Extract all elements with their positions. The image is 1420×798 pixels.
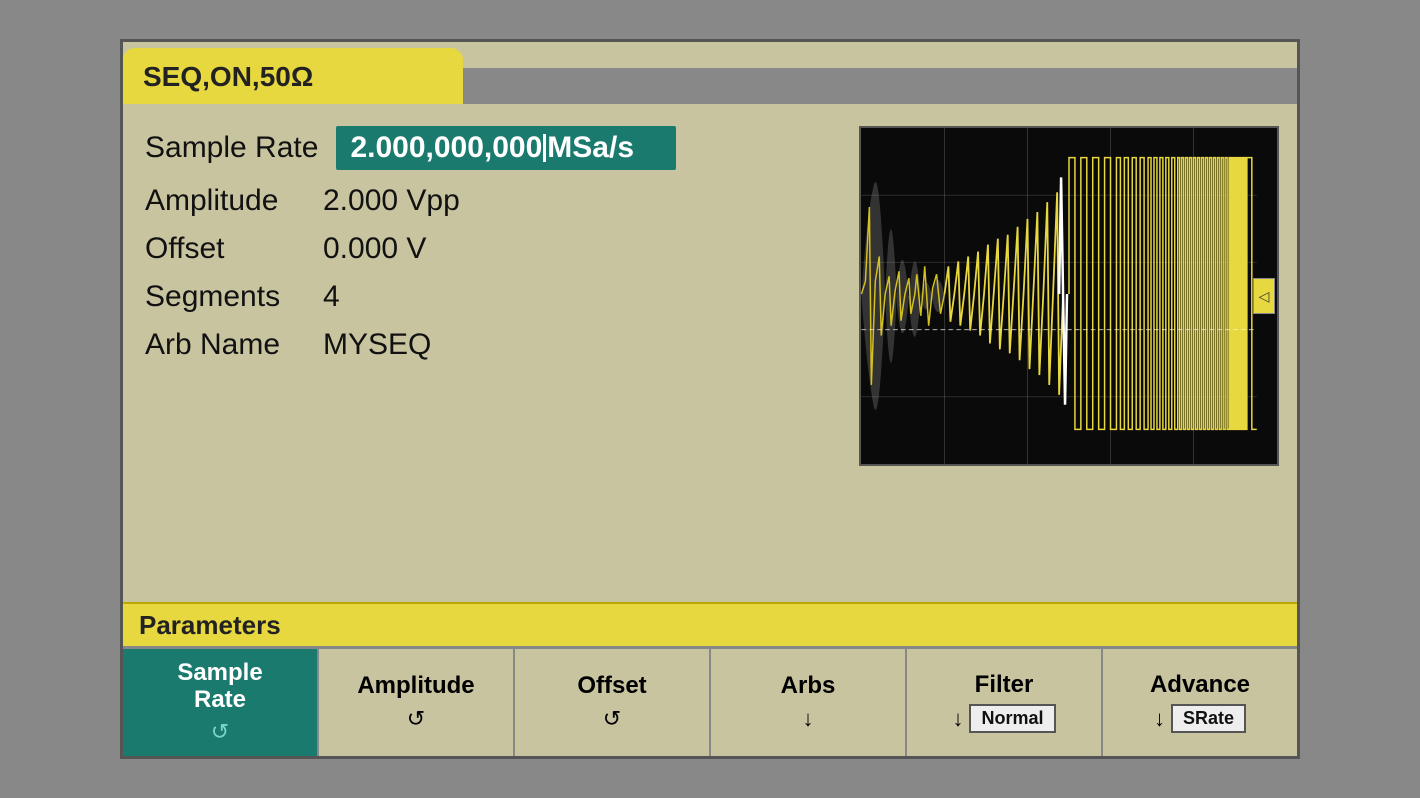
scroll-arrow-icon: ◁ xyxy=(1259,288,1270,305)
top-header: SEQ,ON,50Ω xyxy=(123,42,1297,104)
segments-row: Segments 4 xyxy=(145,280,831,314)
sample-rate-value: 2.000,000,000 xyxy=(350,131,542,165)
btn-arbs-label: Arbs xyxy=(781,673,836,699)
offset-row: Offset 0.000 V xyxy=(145,232,831,266)
amplitude-row: Amplitude 2.000 Vpp xyxy=(145,184,831,218)
btn-offset[interactable]: Offset ↺ xyxy=(515,649,711,756)
arb-name-label: Arb Name xyxy=(145,328,305,362)
segments-value: 4 xyxy=(323,280,340,314)
main-content: Sample Rate 2.000,000,000MSa/s Amplitude… xyxy=(123,104,1297,602)
text-cursor xyxy=(543,134,546,162)
arb-name-row: Arb Name MYSEQ xyxy=(145,328,831,362)
btn-sample-rate[interactable]: Sample Rate ↺ xyxy=(123,649,319,756)
bottom-buttons: Sample Rate↺Amplitude↺Offset↺Arbs↓Filter… xyxy=(123,646,1297,756)
amplitude-label: Amplitude xyxy=(145,184,305,218)
amplitude-value: 2.000 Vpp xyxy=(323,184,460,218)
btn-advance-icon: ↓ xyxy=(1154,706,1165,732)
tab-label-text: SEQ,ON,50Ω xyxy=(143,61,313,93)
btn-advance[interactable]: Advance ↓SRate xyxy=(1103,649,1297,756)
btn-sample-rate-icon: ↺ xyxy=(211,719,229,745)
btn-filter-icon: ↓ xyxy=(952,706,963,732)
screen: SEQ,ON,50Ω Sample Rate 2.000,000,000MSa/… xyxy=(120,39,1300,759)
btn-filter[interactable]: Filter ↓Normal xyxy=(907,649,1103,756)
tab-gray-area xyxy=(463,68,1297,104)
sample-rate-row: Sample Rate 2.000,000,000MSa/s xyxy=(145,126,831,170)
btn-sample-rate-label: Sample Rate xyxy=(177,660,262,713)
btn-offset-icon: ↺ xyxy=(603,706,621,732)
btn-amplitude-icon: ↺ xyxy=(407,706,425,732)
tab-label: SEQ,ON,50Ω xyxy=(123,48,463,104)
btn-offset-label: Offset xyxy=(577,673,646,699)
parameters-label: Parameters xyxy=(139,610,281,641)
offset-label: Offset xyxy=(145,232,305,266)
btn-arbs-icon: ↓ xyxy=(803,706,814,732)
sample-rate-input[interactable]: 2.000,000,000MSa/s xyxy=(336,126,676,170)
parameters-bar: Parameters xyxy=(123,602,1297,646)
btn-filter-sub: Normal xyxy=(969,704,1055,733)
waveform-panel: ◁ xyxy=(859,126,1279,466)
btn-arbs[interactable]: Arbs ↓ xyxy=(711,649,907,756)
offset-value: 0.000 V xyxy=(323,232,426,266)
btn-advance-label: Advance xyxy=(1150,672,1250,698)
waveform-svg xyxy=(861,128,1277,464)
segments-label: Segments xyxy=(145,280,305,314)
btn-amplitude[interactable]: Amplitude ↺ xyxy=(319,649,515,756)
info-panel: Sample Rate 2.000,000,000MSa/s Amplitude… xyxy=(145,126,831,580)
sample-rate-label: Sample Rate xyxy=(145,131,318,165)
btn-filter-label: Filter xyxy=(975,672,1034,698)
btn-amplitude-label: Amplitude xyxy=(357,673,474,699)
btn-advance-sub: SRate xyxy=(1171,704,1246,733)
scroll-handle[interactable]: ◁ xyxy=(1253,278,1275,314)
sample-rate-unit: MSa/s xyxy=(547,131,634,165)
arb-name-value: MYSEQ xyxy=(323,328,431,362)
